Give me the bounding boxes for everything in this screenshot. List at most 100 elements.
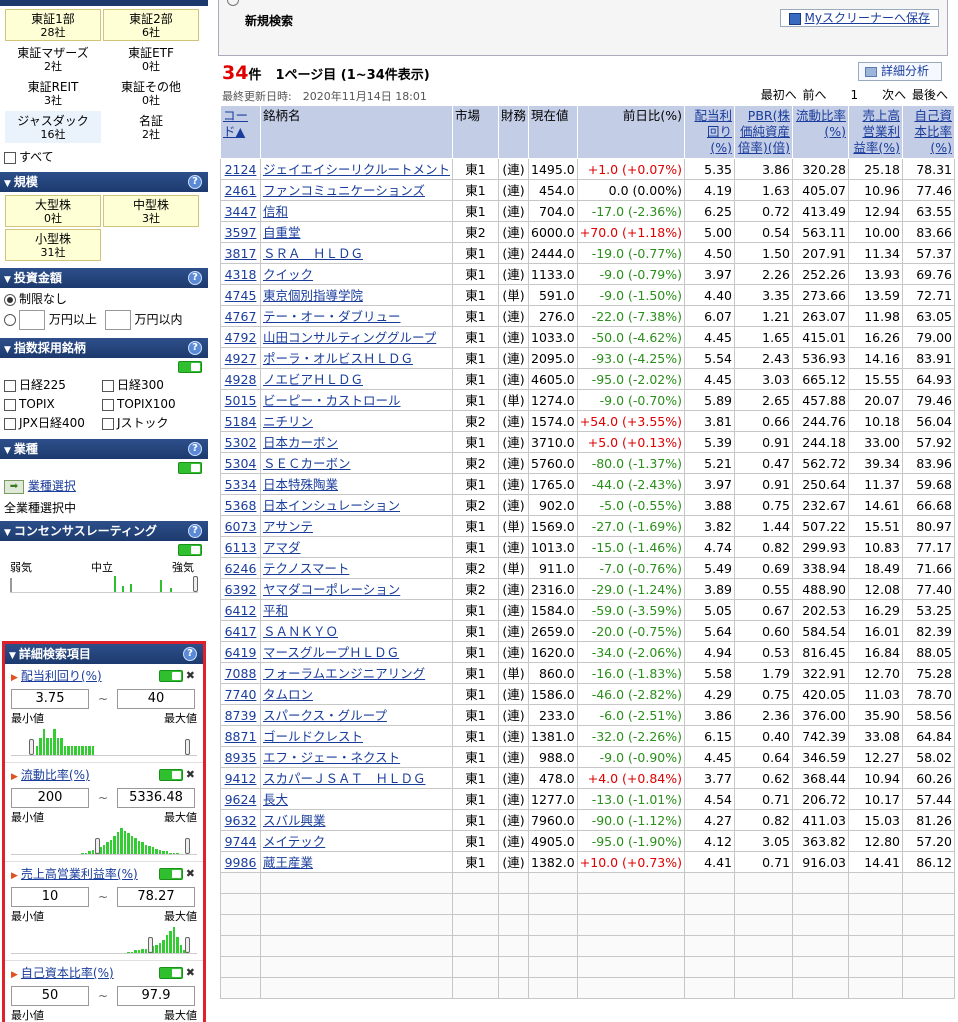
stock-code-link[interactable]: 8935 — [220, 746, 261, 768]
stock-name-link[interactable]: テクノスマート — [259, 557, 454, 579]
stock-code-link[interactable]: 9624 — [220, 788, 261, 810]
stock-name-link[interactable]: アサンテ — [259, 515, 454, 537]
section-header-consensus[interactable]: ▼ コンセンサスレーティング? — [0, 521, 208, 541]
market-item[interactable]: 東証ETF 0社 — [103, 43, 199, 75]
stock-name-link[interactable]: ヤマダコーポレーション — [259, 578, 454, 600]
scale-item[interactable]: 小型株 31社 — [5, 229, 101, 261]
stock-name-link[interactable]: ポーラ・オルビスＨＬＤＧ — [259, 347, 454, 369]
stock-code-link[interactable]: 5334 — [220, 473, 261, 495]
checkbox-icon[interactable] — [4, 151, 16, 164]
market-item[interactable]: 名証 2社 — [103, 111, 199, 143]
stock-name-link[interactable]: マースグループＨＬＤＧ — [259, 641, 454, 663]
stock-code-link[interactable]: 9412 — [220, 767, 261, 789]
invest-none-row[interactable]: 制限なし — [0, 290, 208, 308]
stock-name-link[interactable]: スパークス・グループ — [259, 704, 454, 726]
slider-handle-left[interactable] — [28, 739, 34, 755]
section-header-scale[interactable]: ▼ 規模? — [0, 172, 208, 192]
stock-code-link[interactable]: 6412 — [220, 599, 261, 621]
stock-code-link[interactable]: 5368 — [220, 494, 261, 516]
stock-name-link[interactable]: 東京個別指導学院 — [259, 284, 454, 306]
column-header[interactable]: コード▲ — [220, 105, 261, 159]
scale-item[interactable]: 中型株 3社 — [103, 195, 199, 227]
stock-name-link[interactable]: フォーラムエンジニアリング — [259, 662, 454, 684]
range-min-input[interactable]: 200 — [11, 788, 89, 808]
slider-handle-left[interactable] — [10, 578, 12, 592]
detail-filter-name[interactable]: 自己資本比率(%) — [21, 966, 114, 980]
index-item[interactable]: TOPIX100 — [102, 395, 200, 414]
stock-name-link[interactable]: ビーピー・カストロール — [259, 389, 454, 411]
checkbox-icon[interactable] — [102, 398, 114, 411]
stock-name-link[interactable]: ジェイエイシーリクルートメント — [259, 158, 454, 180]
stock-code-link[interactable]: 4318 — [220, 263, 261, 285]
stock-code-link[interactable]: 6113 — [220, 536, 261, 558]
column-header[interactable]: 売上高営業利益率(%) — [847, 105, 903, 159]
stock-name-link[interactable]: 信和 — [259, 200, 454, 222]
checkbox-icon[interactable] — [102, 417, 114, 430]
stock-code-link[interactable]: 4745 — [220, 284, 261, 306]
index-item[interactable]: 日経300 — [102, 376, 200, 395]
column-header[interactable]: PBR(株価純資産倍率)(倍) — [733, 105, 793, 159]
close-icon[interactable]: ✖ — [186, 961, 195, 985]
stock-code-link[interactable]: 8739 — [220, 704, 261, 726]
market-item[interactable]: ジャスダック 16社 — [5, 111, 101, 143]
index-item[interactable]: Jストック — [102, 414, 200, 433]
detail-filter-name[interactable]: 売上高営業利益率(%) — [21, 867, 138, 881]
stock-name-link[interactable]: 日本特殊陶業 — [259, 473, 454, 495]
stock-code-link[interactable]: 7088 — [220, 662, 261, 684]
slider-handle-right[interactable] — [185, 937, 190, 953]
stock-code-link[interactable]: 3597 — [220, 221, 261, 243]
column-header[interactable]: 流動比率(%) — [791, 105, 849, 159]
stock-code-link[interactable]: 9632 — [220, 809, 261, 831]
help-icon[interactable]: ? — [188, 271, 202, 285]
stock-name-link[interactable]: クイック — [259, 263, 454, 285]
help-icon[interactable]: ? — [183, 647, 197, 661]
stock-code-link[interactable]: 5184 — [220, 410, 261, 432]
stock-code-link[interactable]: 8871 — [220, 725, 261, 747]
stock-code-link[interactable]: 6392 — [220, 578, 261, 600]
stock-code-link[interactable]: 5304 — [220, 452, 261, 474]
stock-name-link[interactable]: ＳＡＮＫＹＯ — [259, 620, 454, 642]
detail-filter-name[interactable]: 流動比率(%) — [21, 768, 90, 782]
stock-name-link[interactable]: ゴールドクレスト — [259, 725, 454, 747]
column-header[interactable]: 配当利回り(%) — [683, 105, 735, 159]
radio-selected-icon[interactable] — [4, 293, 16, 306]
help-icon[interactable]: ? — [188, 524, 202, 538]
stock-code-link[interactable]: 2461 — [220, 179, 261, 201]
stock-code-link[interactable]: 4792 — [220, 326, 261, 348]
detail-filter-name[interactable]: 配当利回り(%) — [21, 669, 102, 683]
range-max-input[interactable]: 97.9 — [117, 986, 195, 1006]
stock-code-link[interactable]: 2124 — [220, 158, 261, 180]
stock-code-link[interactable]: 6073 — [220, 515, 261, 537]
toggle-switch[interactable] — [159, 868, 183, 880]
stock-name-link[interactable]: ＳＲＡ ＨＬＤＧ — [259, 242, 454, 264]
checkbox-icon[interactable] — [4, 379, 16, 392]
close-icon[interactable]: ✖ — [186, 664, 195, 688]
slider-handle-right[interactable] — [185, 838, 190, 854]
stock-name-link[interactable]: メイテック — [259, 830, 454, 852]
market-item[interactable]: 東証1部 28社 — [5, 9, 101, 41]
stock-name-link[interactable]: ノエビアＨＬＤＧ — [259, 368, 454, 390]
save-screener-button[interactable]: Myスクリーナーへ保存 — [779, 9, 939, 27]
column-header[interactable]: 自己資本比率(%) — [901, 105, 955, 159]
stock-code-link[interactable]: 6417 — [220, 620, 261, 642]
industry-select-link[interactable]: 業種選択 — [28, 479, 76, 493]
index-item[interactable]: TOPIX — [4, 395, 102, 414]
stock-code-link[interactable]: 9986 — [220, 851, 261, 873]
detail-analysis-button[interactable]: 詳細分析 — [858, 62, 942, 81]
invest-max-input[interactable] — [104, 310, 131, 330]
toggle-switch[interactable] — [178, 544, 202, 556]
stock-name-link[interactable]: 日本インシュレーション — [259, 494, 454, 516]
stock-name-link[interactable]: タムロン — [259, 683, 454, 705]
toggle-switch[interactable] — [159, 967, 183, 979]
section-header-index[interactable]: ▼ 指数採用銘柄? — [0, 338, 208, 358]
close-icon[interactable]: ✖ — [186, 862, 195, 886]
stock-code-link[interactable]: 9744 — [220, 830, 261, 852]
section-header-industry[interactable]: ▼ 業種? — [0, 439, 208, 459]
scale-item[interactable]: 大型株 0社 — [5, 195, 101, 227]
industry-select-row[interactable]: ➡ 業種選択 — [0, 477, 208, 497]
help-icon[interactable]: ? — [188, 341, 202, 355]
pager[interactable]: 最初へ 前へ 1 次へ 最後へ — [761, 86, 948, 103]
stock-name-link[interactable]: ＳＥＣカーボン — [259, 452, 454, 474]
stock-code-link[interactable]: 4767 — [220, 305, 261, 327]
stock-code-link[interactable]: 6246 — [220, 557, 261, 579]
